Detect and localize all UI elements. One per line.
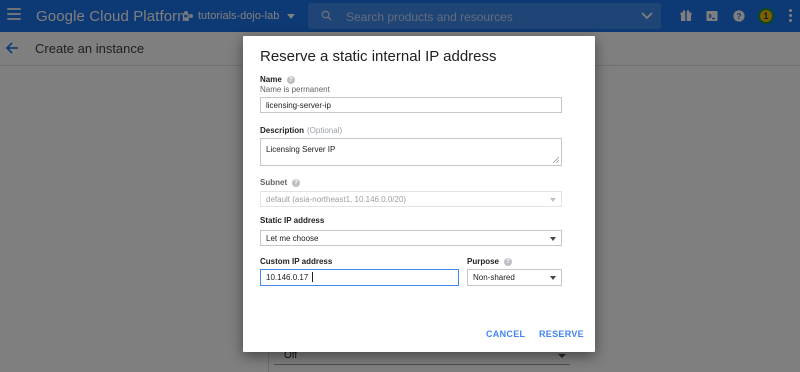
- resize-grip-icon[interactable]: [553, 157, 559, 163]
- help-icon[interactable]: ?: [504, 257, 513, 266]
- name-input[interactable]: licensing-server-ip: [260, 97, 562, 113]
- purpose-value: Non-shared: [473, 273, 515, 282]
- description-textarea[interactable]: Licensing Server IP: [260, 138, 562, 166]
- cancel-button[interactable]: CANCEL: [486, 329, 525, 339]
- description-value: Licensing Server IP: [266, 145, 336, 154]
- custom-ip-value: 10.146.0.17: [266, 273, 309, 282]
- purpose-select[interactable]: Non-shared: [467, 269, 562, 286]
- optional-tag: (Optional): [307, 126, 343, 135]
- purpose-label-row: Purpose ?: [467, 257, 513, 266]
- name-sublabel: Name is permanent: [260, 85, 330, 94]
- name-input-value: licensing-server-ip: [266, 101, 331, 110]
- custom-ip-input[interactable]: 10.146.0.17: [260, 269, 459, 286]
- custom-ip-label-row: Custom IP address: [260, 257, 332, 266]
- dialog-title: Reserve a static internal IP address: [260, 48, 497, 65]
- chevron-down-icon: [550, 237, 556, 241]
- static-ip-value: Let me choose: [266, 234, 319, 243]
- static-ip-label-row: Static IP address: [260, 216, 324, 225]
- reserve-ip-dialog: Reserve a static internal IP address Nam…: [243, 36, 595, 352]
- description-label: Description: [260, 126, 305, 135]
- static-ip-select[interactable]: Let me choose: [260, 230, 562, 246]
- chevron-down-icon: [550, 276, 556, 280]
- subnet-label: Subnet: [260, 178, 288, 187]
- help-icon[interactable]: ?: [292, 178, 301, 187]
- purpose-label: Purpose: [467, 257, 500, 266]
- chevron-down-icon: [550, 198, 556, 202]
- subnet-value: default (asia-northeast1, 10.146.0.0/20): [266, 195, 407, 204]
- static-ip-label: Static IP address: [260, 216, 325, 225]
- help-icon[interactable]: ?: [286, 75, 295, 84]
- description-label-row: Description (Optional): [260, 126, 342, 135]
- text-cursor: [312, 272, 313, 282]
- subnet-select: default (asia-northeast1, 10.146.0.0/20): [260, 191, 562, 207]
- custom-ip-label: Custom IP address: [260, 257, 333, 266]
- reserve-button[interactable]: RESERVE: [539, 329, 584, 339]
- subnet-label-row: Subnet ?: [260, 178, 301, 187]
- name-label: Name: [260, 75, 282, 84]
- name-label-row: Name ?: [260, 75, 295, 84]
